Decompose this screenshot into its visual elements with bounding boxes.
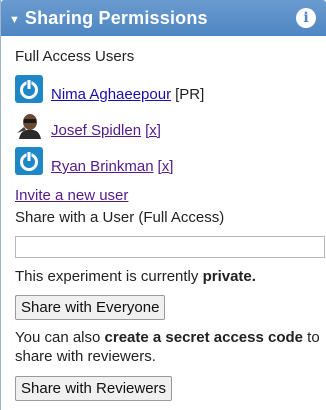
user-row: Ryan Brinkman [x]	[15, 139, 326, 175]
sharing-permissions-panel: ▼ Sharing Permissions i Full Access User…	[0, 0, 326, 410]
share-user-input[interactable]	[15, 236, 325, 258]
user-link-josef[interactable]: Josef Spidlen	[51, 122, 141, 139]
panel-title: Sharing Permissions	[24, 7, 208, 28]
panel-header[interactable]: ▼ Sharing Permissions i	[1, 0, 326, 36]
invite-new-user-link[interactable]: Invite a new user	[15, 187, 326, 204]
share-with-everyone-button[interactable]: Share with Everyone	[15, 295, 166, 320]
privacy-status-value: private.	[202, 268, 256, 285]
share-with-user-label: Share with a User (Full Access)	[15, 209, 225, 226]
secret-code-text: You can also create a secret access code…	[15, 328, 326, 366]
power-logo-icon	[15, 75, 43, 103]
user-role-badge: [PR]	[175, 86, 205, 103]
user-link-ryan[interactable]: Ryan Brinkman	[51, 158, 154, 175]
privacy-status-prefix: This experiment is currently	[15, 268, 203, 285]
panel-body: Full Access Users Nima Aghaeepour [PR] J…	[1, 36, 326, 401]
remove-user-link[interactable]: [x]	[145, 122, 161, 139]
user-photo	[15, 111, 43, 139]
user-row: Nima Aghaeepour [PR]	[15, 73, 326, 103]
power-logo-icon	[15, 147, 43, 175]
user-link-nima[interactable]: Nima Aghaeepour	[51, 86, 171, 103]
caret-down-icon[interactable]: ▼	[9, 14, 20, 26]
info-icon[interactable]: i	[296, 8, 316, 28]
secret-prefix: You can also	[15, 329, 105, 346]
share-with-reviewers-button[interactable]: Share with Reviewers	[15, 376, 173, 401]
remove-user-link[interactable]: [x]	[158, 158, 174, 175]
user-row: Josef Spidlen [x]	[15, 103, 326, 139]
full-access-users-label: Full Access Users	[15, 48, 135, 65]
secret-bold: create a secret access code	[104, 329, 304, 346]
privacy-status: This experiment is currently private.	[15, 268, 326, 285]
